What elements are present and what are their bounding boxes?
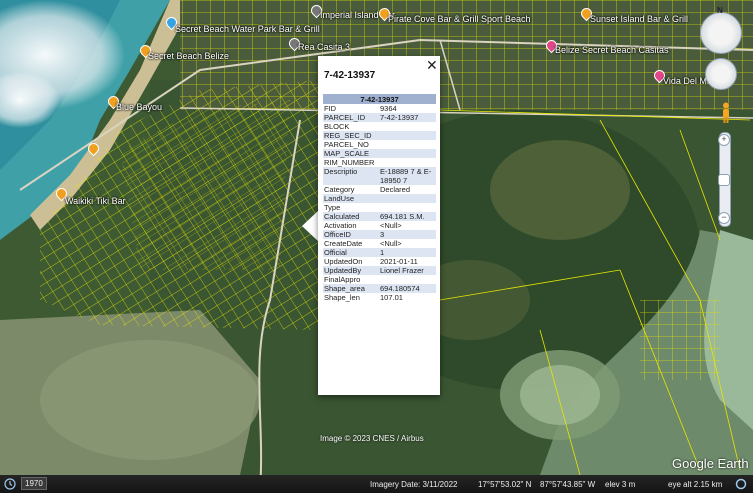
attribute-key: UpdatedOn bbox=[324, 257, 363, 266]
attribute-row: RIM_NUMBER bbox=[323, 158, 436, 167]
attribute-value bbox=[379, 122, 436, 131]
look-control[interactable] bbox=[700, 12, 742, 54]
attribute-row: Official 1 bbox=[323, 248, 436, 257]
place-label[interactable]: Secret Beach Water Park Bar & Grill bbox=[175, 24, 320, 34]
attribute-value: 694.181 S.M. bbox=[379, 212, 436, 221]
latitude-readout: 17°57'53.02" N bbox=[478, 480, 532, 489]
attribute-value: 1 bbox=[379, 248, 436, 257]
attribute-row: UpdatedOn 2021-01-11 bbox=[323, 257, 436, 266]
attribute-row: Descriptio E-18889 7 & E-18950 7 bbox=[323, 167, 436, 185]
attribute-value bbox=[379, 275, 436, 284]
attribute-row: REG_SEC_ID bbox=[323, 131, 436, 140]
attribute-key: CreateDate bbox=[324, 239, 363, 248]
attribute-row: MAP_SCALE bbox=[323, 149, 436, 158]
attribute-value: 7-42-13937 bbox=[379, 113, 436, 122]
attribute-row: FinalAppro bbox=[323, 275, 436, 284]
imagery-credit: Image © 2023 CNES / Airbus bbox=[320, 434, 424, 443]
pegman-icon[interactable] bbox=[721, 102, 731, 124]
attribute-row: OfficeID 3 bbox=[323, 230, 436, 239]
attribute-row: Activation <Null> bbox=[323, 221, 436, 230]
attribute-value: 3 bbox=[379, 230, 436, 239]
attribute-row: PARCEL_ID 7-42-13937 bbox=[323, 113, 436, 122]
elevation-readout: elev 3 m bbox=[605, 480, 636, 489]
parcel-info-balloon: 7-42-13937 ✕ 7-42-13937 FID 9364 PARCEL_ID… bbox=[318, 56, 440, 395]
place-label[interactable]: Secret Beach Belize bbox=[148, 51, 229, 61]
close-icon[interactable]: ✕ bbox=[426, 57, 438, 74]
attribute-value bbox=[379, 140, 436, 149]
attribute-key: OfficeID bbox=[323, 230, 379, 239]
attribute-key: Activation bbox=[324, 221, 357, 230]
attribute-key: FinalAppro bbox=[324, 275, 361, 284]
historical-imagery-icon[interactable] bbox=[4, 478, 16, 490]
table-header: 7-42-13937 bbox=[323, 94, 436, 104]
year-badge[interactable]: 1970 bbox=[21, 477, 47, 490]
imagery-date: Imagery Date: 3/11/2022 bbox=[370, 480, 458, 489]
attribute-key: Descriptio bbox=[323, 167, 379, 185]
attribute-key: REG_SEC_ID bbox=[323, 131, 379, 140]
place-label[interactable]: Blue Bayou bbox=[116, 102, 162, 112]
attribute-key: Type bbox=[324, 203, 341, 212]
attribute-row: Category Declared bbox=[323, 185, 436, 194]
attribute-value: E-18889 7 & E-18950 7 bbox=[379, 167, 436, 185]
attribute-value bbox=[379, 203, 436, 212]
attribute-row: Calculated 694.181 S.M. bbox=[323, 212, 436, 221]
attribute-key: LandUse bbox=[323, 194, 379, 203]
attribute-value bbox=[379, 149, 436, 158]
attribute-row: Shape_len 107.01 bbox=[323, 293, 436, 302]
north-indicator[interactable]: N bbox=[717, 6, 723, 15]
attribute-key: Category bbox=[324, 185, 355, 194]
attribute-value: 2021-01-11 bbox=[380, 257, 418, 266]
place-label[interactable]: Belize Secret Beach Casitas bbox=[555, 45, 669, 55]
balloon-pointer bbox=[302, 210, 319, 242]
attribute-row: UpdatedBy Lionel Frazer bbox=[323, 266, 436, 275]
attribute-key: Shape_len bbox=[324, 293, 360, 302]
attribute-key: PARCEL_NO bbox=[324, 140, 369, 149]
attribute-value: 694.180574 bbox=[379, 284, 436, 293]
attribute-row: BLOCK bbox=[323, 122, 436, 131]
attribute-row: PARCEL_NO bbox=[323, 140, 436, 149]
attribute-key: RIM_NUMBER bbox=[324, 158, 375, 167]
attribute-row: LandUse bbox=[323, 194, 436, 203]
move-control[interactable] bbox=[705, 58, 737, 90]
attribute-value: Declared bbox=[380, 185, 411, 194]
attribute-value: <Null> bbox=[380, 239, 402, 248]
zoom-in-button[interactable]: + bbox=[718, 134, 730, 146]
attribute-value bbox=[379, 158, 436, 167]
streaming-status-icon bbox=[735, 478, 747, 490]
attribute-value bbox=[379, 131, 436, 140]
attribute-key: BLOCK bbox=[324, 122, 350, 131]
place-label[interactable]: Waikiki Tiki Bar bbox=[65, 196, 126, 206]
attribute-key: UpdatedBy bbox=[323, 266, 379, 275]
attribute-table: 7-42-13937 FID 9364 PARCEL_ID 7-42-13937 BLO… bbox=[323, 94, 436, 302]
longitude-readout: 87°57'43.85" W bbox=[540, 480, 596, 489]
attribute-key: Calculated bbox=[323, 212, 379, 221]
attribute-row: Type bbox=[323, 203, 436, 212]
attribute-row: FID 9364 bbox=[323, 104, 436, 113]
attribute-value: 107.01 bbox=[380, 293, 403, 302]
status-bar: 1970 Imagery Date: 3/11/2022 17°57'53.02… bbox=[0, 475, 753, 493]
balloon-title: 7-42-13937 bbox=[324, 70, 376, 81]
attribute-value: 9364 bbox=[380, 104, 397, 113]
attribute-key: PARCEL_ID bbox=[323, 113, 379, 122]
zoom-out-button[interactable]: − bbox=[718, 212, 730, 224]
eye-altitude-readout: eye alt 2.15 km bbox=[668, 480, 723, 489]
place-label[interactable]: Sunset Island Bar & Grill bbox=[590, 14, 688, 24]
attribute-row: Shape_area 694.180574 bbox=[323, 284, 436, 293]
attribute-row: CreateDate <Null> bbox=[323, 239, 436, 248]
attribute-value: <Null> bbox=[380, 221, 402, 230]
place-label[interactable]: Pirate Cove Bar & Grill Sport Beach bbox=[388, 14, 531, 24]
place-label[interactable]: Rea Casita 3 bbox=[298, 42, 350, 52]
attribute-value: Lionel Frazer bbox=[379, 266, 436, 275]
google-earth-watermark: Google Earth bbox=[672, 456, 749, 471]
attribute-key: MAP_SCALE bbox=[323, 149, 379, 158]
zoom-handle[interactable] bbox=[718, 174, 730, 186]
attribute-key: FID bbox=[324, 104, 337, 113]
attribute-key: Official bbox=[323, 248, 379, 257]
attribute-value bbox=[379, 194, 436, 203]
attribute-key: Shape_area bbox=[323, 284, 379, 293]
